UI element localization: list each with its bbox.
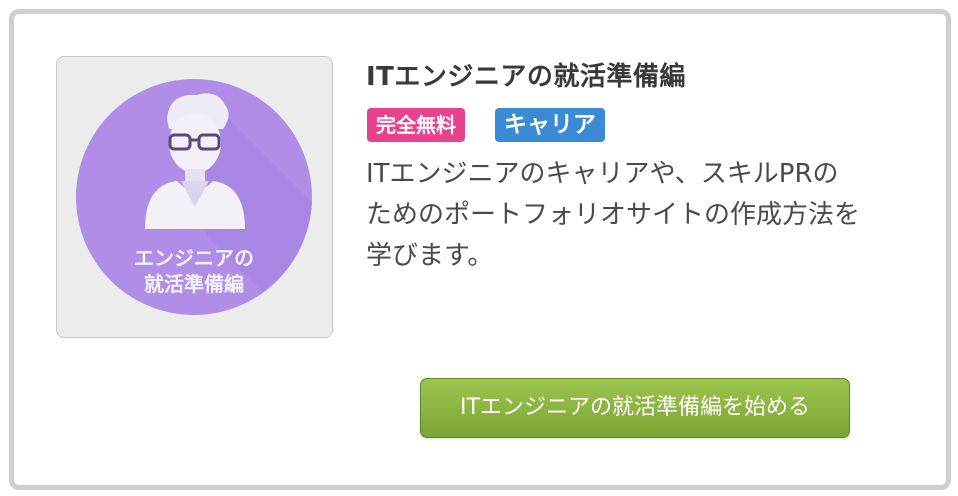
free-badge: 完全無料 xyxy=(367,108,465,142)
description-line: 学びます。 xyxy=(366,241,494,271)
category-badge: キャリア xyxy=(495,108,605,142)
start-course-button[interactable]: ITエンジニアの就活準備編を始める xyxy=(420,378,850,438)
thumbnail-line1: エンジニアの xyxy=(134,246,254,270)
course-description: ITエンジニアのキャリアや、スキルPRの ためのポートフォリオサイトの作成方法を… xyxy=(366,154,926,277)
course-thumbnail[interactable]: エンジニアの 就活準備編 xyxy=(56,56,333,338)
description-line: ITエンジニアのキャリアや、スキルPRの xyxy=(366,159,839,189)
course-card: エンジニアの 就活準備編 ITエンジニアの就活準備編 完全無料 キャリア ITエ… xyxy=(9,9,951,490)
thumbnail-line2: 就活準備編 xyxy=(144,272,244,296)
description-line: ためのポートフォリオサイトの作成方法を xyxy=(366,200,861,230)
course-title[interactable]: ITエンジニアの就活準備編 xyxy=(366,56,686,93)
engineer-person-icon: エンジニアの 就活準備編 xyxy=(76,79,312,315)
